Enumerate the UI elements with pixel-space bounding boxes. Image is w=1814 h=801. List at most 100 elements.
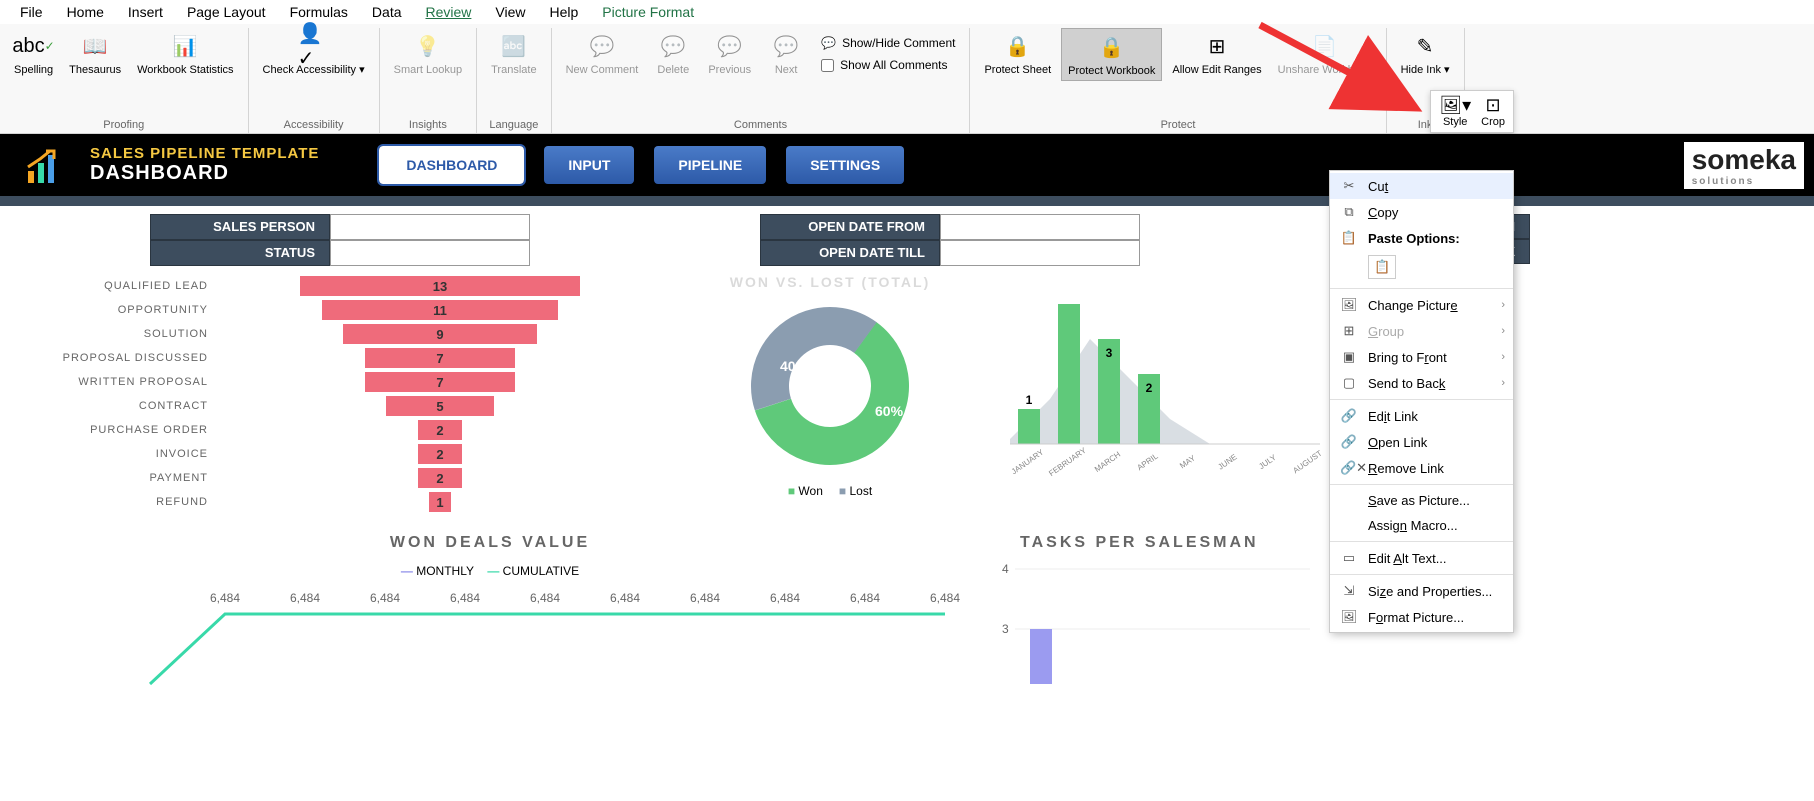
- nav-dashboard-button[interactable]: DASHBOARD: [379, 146, 524, 184]
- picture-crop-button[interactable]: ⊡Crop: [1481, 95, 1505, 128]
- show-all-comments-toggle[interactable]: Show All Comments: [815, 56, 961, 74]
- scissors-icon: ✂: [1340, 178, 1358, 194]
- menu-data[interactable]: Data: [360, 2, 414, 22]
- change-picture-icon: 🖼: [1340, 297, 1358, 313]
- svg-text:6,484: 6,484: [690, 591, 720, 605]
- format-picture-icon: 🖼: [1340, 609, 1358, 625]
- svg-text:3: 3: [1106, 346, 1113, 360]
- filter-opendate-from-label: OPEN DATE FROM: [760, 214, 940, 240]
- copy-icon: ⧉: [1340, 204, 1358, 220]
- check-accessibility-button[interactable]: 👤✓Check Accessibility ▾: [257, 28, 371, 79]
- svg-text:AUGUST: AUGUST: [1291, 449, 1324, 476]
- protect-sheet-button[interactable]: 🔒Protect Sheet: [978, 28, 1057, 79]
- translate-button[interactable]: 🔤Translate: [485, 28, 542, 79]
- ctx-bring-front[interactable]: ▣Bring to Front›: [1330, 344, 1513, 370]
- menu-view[interactable]: View: [483, 2, 537, 22]
- filter-salesperson-input[interactable]: [330, 214, 530, 240]
- svg-text:APRIL: APRIL: [1136, 451, 1161, 472]
- menu-formulas[interactable]: Formulas: [278, 2, 360, 22]
- ctx-paste-default[interactable]: 📋: [1368, 255, 1396, 279]
- delete-comment-button[interactable]: 💬Delete: [648, 28, 698, 79]
- ctx-save-picture[interactable]: Save as Picture...: [1330, 488, 1513, 513]
- comment-next-icon: 💬: [770, 30, 802, 62]
- picture-style-button[interactable]: 🖼▾Style: [1439, 95, 1471, 128]
- filter-opendate-from-input[interactable]: [940, 214, 1140, 240]
- picture-mini-toolbar: 🖼▾Style ⊡Crop: [1430, 90, 1514, 133]
- brand-logo: somekasolutions: [1684, 142, 1804, 189]
- allow-edit-ranges-button[interactable]: ⊞Allow Edit Ranges: [1166, 28, 1267, 79]
- svg-text:6,484: 6,484: [370, 591, 400, 605]
- ctx-edit-alt-text[interactable]: ▭Edit Alt Text...: [1330, 545, 1513, 571]
- clipboard-icon: 📋: [1340, 230, 1358, 246]
- filter-opendate-till-input[interactable]: [940, 240, 1140, 266]
- smart-lookup-button[interactable]: 💡Smart Lookup: [388, 28, 468, 79]
- won-deals-title: WON DEALS VALUE: [20, 534, 960, 552]
- menu-picture-format[interactable]: Picture Format: [590, 2, 706, 22]
- filter-status-input[interactable]: [330, 240, 530, 266]
- filter-salesperson-label: SALES PERSON: [150, 214, 330, 240]
- svg-text:MARCH: MARCH: [1093, 450, 1122, 474]
- won-deals-legend: MONTHLY CUMULATIVE: [20, 564, 960, 578]
- nav-input-button[interactable]: INPUT: [544, 146, 634, 184]
- menu-home[interactable]: Home: [55, 2, 116, 22]
- svg-text:JULY: JULY: [1257, 452, 1278, 471]
- svg-text:6,484: 6,484: [770, 591, 800, 605]
- ctx-edit-link[interactable]: 🔗Edit Link: [1330, 403, 1513, 429]
- menu-file[interactable]: File: [8, 2, 55, 22]
- send-back-icon: ▢: [1340, 375, 1358, 391]
- comment-delete-icon: 💬: [657, 30, 689, 62]
- ctx-group[interactable]: ⊞Group›: [1330, 318, 1513, 344]
- next-comment-button[interactable]: 💬Next: [761, 28, 811, 79]
- monthly-bar-chart: 1 3 2 JANUARY FEBRUARY MARCH APRIL MAY J…: [990, 274, 1330, 494]
- showhide-comment-toggle[interactable]: 💬Show/Hide Comment: [815, 34, 961, 52]
- show-all-checkbox[interactable]: [821, 59, 834, 72]
- ctx-copy[interactable]: ⧉Copy: [1330, 199, 1513, 225]
- tasks-title: TASKS PER SALESMAN: [1020, 534, 1259, 552]
- svg-text:6,484: 6,484: [290, 591, 320, 605]
- template-title: SALES PIPELINE TEMPLATE: [90, 145, 319, 162]
- ctx-remove-link[interactable]: 🔗✕Remove Link: [1330, 455, 1513, 481]
- accessibility-icon: 👤✓: [298, 30, 330, 62]
- menu-insert[interactable]: Insert: [116, 2, 175, 22]
- ctx-size-props[interactable]: ⇲Size and Properties...: [1330, 578, 1513, 604]
- ctx-cut[interactable]: ✂Cut: [1330, 173, 1513, 199]
- svg-text:FEBRUARY: FEBRUARY: [1047, 445, 1088, 478]
- previous-comment-button[interactable]: 💬Previous: [702, 28, 757, 79]
- svg-text:6,484: 6,484: [450, 591, 480, 605]
- ctx-open-link[interactable]: 🔗Open Link: [1330, 429, 1513, 455]
- ctx-assign-macro[interactable]: Assign Macro...: [1330, 513, 1513, 538]
- lock-workbook-icon: 🔒: [1096, 31, 1128, 63]
- svg-text:4: 4: [1002, 562, 1009, 576]
- thesaurus-button[interactable]: 📖Thesaurus: [63, 28, 127, 79]
- crop-icon: ⊡: [1486, 95, 1501, 116]
- translate-icon: 🔤: [498, 30, 530, 62]
- spelling-button[interactable]: abc✓Spelling: [8, 28, 59, 79]
- ctx-change-picture[interactable]: 🖼Change Picture›: [1330, 292, 1513, 318]
- nav-settings-button[interactable]: SETTINGS: [786, 146, 904, 184]
- open-link-icon: 🔗: [1340, 434, 1358, 450]
- picture-style-icon: 🖼▾: [1439, 95, 1471, 116]
- menu-help[interactable]: Help: [538, 2, 591, 22]
- protect-workbook-button[interactable]: 🔒Protect Workbook: [1061, 28, 1162, 81]
- svg-text:6,484: 6,484: [610, 591, 640, 605]
- book-icon: 📖: [79, 30, 111, 62]
- annotation-arrow: [1255, 20, 1425, 120]
- ribbon: abc✓Spelling 📖Thesaurus 📊Workbook Statis…: [0, 24, 1814, 134]
- new-comment-button[interactable]: 💬New Comment: [560, 28, 645, 79]
- filter-status-label: STATUS: [150, 240, 330, 266]
- workbook-stats-button[interactable]: 📊Workbook Statistics: [131, 28, 239, 79]
- menu-bar: File Home Insert Page Layout Formulas Da…: [0, 0, 1814, 24]
- menu-review[interactable]: Review: [414, 2, 484, 22]
- ctx-format-picture[interactable]: 🖼Format Picture...: [1330, 604, 1513, 630]
- svg-text:JUNE: JUNE: [1216, 452, 1238, 471]
- menu-page-layout[interactable]: Page Layout: [175, 2, 278, 22]
- donut-legend: Won Lost: [680, 484, 980, 498]
- svg-text:6,484: 6,484: [850, 591, 880, 605]
- group-comments-label: Comments: [560, 117, 962, 133]
- group-language-label: Language: [485, 117, 542, 133]
- svg-text:3: 3: [1002, 622, 1009, 636]
- won-deals-line-chart: 6,4846,4846,4846,4846,4846,4846,4846,484…: [140, 584, 960, 694]
- nav-pipeline-button[interactable]: PIPELINE: [654, 146, 766, 184]
- group-icon: ⊞: [1340, 323, 1358, 339]
- ctx-send-back[interactable]: ▢Send to Back›: [1330, 370, 1513, 396]
